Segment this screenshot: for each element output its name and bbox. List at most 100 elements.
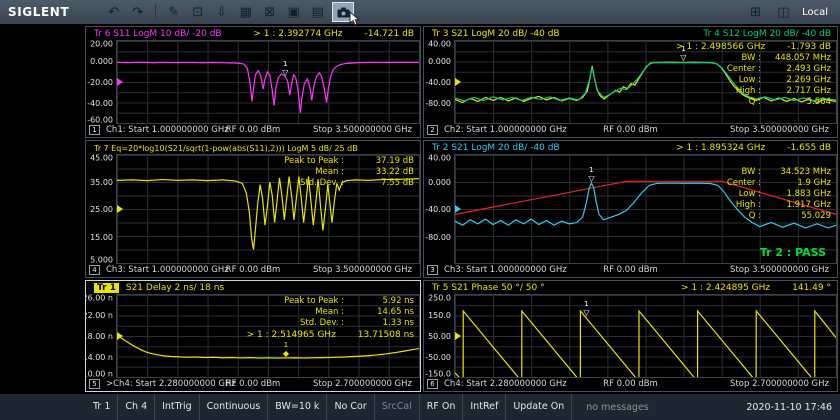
stop-freq-label: Stop 3.500000000 GHz xyxy=(730,265,829,275)
channel-start-label: Ch3: Start 1.000000000 GHz xyxy=(106,265,229,275)
y-axis-labels: 20.00 0.000 -20.00 -40.00 -60.00 xyxy=(86,40,116,124)
window-number-badge: 2 xyxy=(427,125,438,135)
stop-freq-label: Stop 3.500000000 GHz xyxy=(313,125,412,135)
marker-info-overlay: > 1 : 2.498566 GHz -1.793 dB BW :448.057… xyxy=(676,42,831,108)
trace-statistics: Peak to Peak :5.92 ns Mean :14.65 ns Std… xyxy=(284,296,414,329)
channel-start-label: Ch3: Start 1.000000000 GHz xyxy=(444,265,567,275)
window-4-footer: 4 Ch3: Start 1.000000000 GHz RF 0.00 dBm… xyxy=(86,264,420,277)
trace-label: Tr 4 S12 LogM 20 dB/ -40 dB xyxy=(703,29,831,39)
status-rf-output[interactable]: RF On xyxy=(420,394,464,420)
plot-area[interactable]: BW :34.523 MHz Center :1.9 GHz Low :1.88… xyxy=(454,154,837,264)
channel-start-label: >Ch4: Start 2.280000000 GHz xyxy=(106,379,236,389)
toolbar: SIGLENT ↶ ↷ ✎ ⊡ ⇩ ▦ ⊠ ▣ ▤ ⊞ ◫ Local xyxy=(0,0,840,24)
y-axis-labels: 250.0 150.0 50.00 -50.00 -150.0 xyxy=(424,294,454,378)
window-number-badge: 6 xyxy=(427,379,438,389)
stop-freq-label: Stop 3.500000000 GHz xyxy=(730,125,829,135)
print-icon[interactable]: ▤ xyxy=(308,3,327,22)
window-number-badge: 3 xyxy=(427,265,438,275)
window-2-header: Tr 3 S21 LogM 20 dB/ -40 dB Tr 4 S12 Log… xyxy=(424,27,837,40)
window-3-header: Tr 2 S21 LogM 20 dB/ -40 dB > 1 : 1.8953… xyxy=(424,141,837,154)
window-4-equation-trace[interactable]: Tr 7 Eq=20*log10(S21/sqrt(1-pow(abs(S11)… xyxy=(85,140,421,278)
window-number-badge: 1 xyxy=(89,125,100,135)
marker-readout: > 1 : 2.514965 GHz 13.71508 ns xyxy=(247,330,414,340)
rf-power-label: RF 0.00 dBm xyxy=(603,379,658,389)
reference-level-arrow xyxy=(455,205,461,213)
stop-freq-label: Stop 2.700000000 GHz xyxy=(730,379,829,389)
delete-icon[interactable]: ⊠ xyxy=(260,3,279,22)
status-bar: Tr 1 Ch 4 IntTrig Continuous BW=10 k No … xyxy=(0,394,840,420)
channel-start-label: Ch1: Start 1.000000000 GHz xyxy=(106,125,229,135)
window-layout-icon[interactable]: ⊞ xyxy=(746,3,765,22)
plot-area[interactable]: 1▽ xyxy=(454,294,837,378)
trace-Tr5-S21-Phase xyxy=(455,311,836,377)
datetime-label: 2020-11-10 17:46 xyxy=(746,402,840,413)
status-correction[interactable]: No Cor xyxy=(327,394,374,420)
window-2-s21-s12-logmag[interactable]: Tr 3 S21 LogM 20 dB/ -40 dB Tr 4 S12 Log… xyxy=(423,26,838,138)
window-6-s21-phase[interactable]: Tr 5 S21 Phase 50 °/ 50 ° > 1 : 2.424895… xyxy=(423,280,838,392)
status-trigger[interactable]: IntTrig xyxy=(155,394,200,420)
trace-label: Tr 5 S21 Phase 50 °/ 50 ° xyxy=(432,283,545,293)
plot-area[interactable]: Peak to Peak :37.19 dB Mean :33.22 dB St… xyxy=(116,154,420,264)
status-source-cal[interactable]: SrcCal xyxy=(375,394,420,420)
trace-label: Tr 2 S21 LogM 20 dB/ -40 dB xyxy=(432,143,560,153)
window-1-header: Tr 6 S11 LogM 10 dB/ -20 dB > 1 : 2.3927… xyxy=(86,27,420,40)
marker-readout: > 1 : 2.498566 GHz -1.793 dB xyxy=(676,42,831,52)
window-2-footer: 2 Ch2: Start 1.000000000 GHz RF 0.00 dBm… xyxy=(424,124,837,137)
screenshot-camera-icon[interactable] xyxy=(332,2,354,22)
reference-level-arrow xyxy=(117,78,123,86)
toolbar-separator xyxy=(155,5,156,19)
measurement-grid: Tr 6 S11 LogM 10 dB/ -20 dB > 1 : 2.3927… xyxy=(0,24,840,394)
window-5-footer: 5 >Ch4: Start 2.280000000 GHz RF 0.00 dB… xyxy=(86,378,420,391)
y-axis-labels: 26.00 n 22.00 n 18.00 n 14.00 n 10.00 n xyxy=(86,294,116,378)
annotate-icon[interactable]: ✎ xyxy=(164,3,183,22)
window-4-header: Tr 7 Eq=20*log10(S21/sqrt(1-pow(abs(S11)… xyxy=(86,141,420,154)
active-trace-badge[interactable]: Tr 1 xyxy=(94,283,119,293)
save-usb-icon[interactable]: ⇩ xyxy=(212,3,231,22)
window-6-footer: 6 Ch4: Start 2.280000000 GHz RF 0.00 dBm… xyxy=(424,378,837,391)
trace-label: S21 Delay 2 ns/ 18 ns xyxy=(126,283,224,293)
trace-data-icon[interactable]: ▦ xyxy=(236,3,255,22)
reference-level-arrow xyxy=(455,78,461,86)
reference-level-arrow xyxy=(117,205,123,213)
window-3-s21-limit-test[interactable]: Tr 2 S21 LogM 20 dB/ -40 dB > 1 : 1.8953… xyxy=(423,140,838,278)
rf-power-label: RF 0.00 dBm xyxy=(603,265,658,275)
statistics-overlay: Peak to Peak :5.92 ns Mean :14.65 ns Std… xyxy=(247,296,414,340)
windows-icon[interactable]: ◫ xyxy=(774,3,793,22)
status-update[interactable]: Update On xyxy=(506,394,572,420)
trace-label: Tr 3 S21 LogM 20 dB/ -40 dB xyxy=(432,29,560,39)
display-setup-icon[interactable]: ⊡ xyxy=(188,3,207,22)
y-axis-labels: 45.00 35.00 25.00 15.00 5.000 xyxy=(86,154,116,264)
status-reference[interactable]: IntRef xyxy=(463,394,506,420)
rf-power-label: RF 0.00 dBm xyxy=(226,379,281,389)
bandwidth-info: BW :34.523 MHz Center :1.9 GHz Low :1.88… xyxy=(727,167,831,222)
reference-level-arrow xyxy=(117,332,123,340)
stop-freq-label: Stop 2.700000000 GHz xyxy=(313,379,412,389)
status-active-trace[interactable]: Tr 1 xyxy=(86,394,118,420)
stop-freq-label: Stop 3.500000000 GHz xyxy=(313,265,412,275)
limit-test-pass-badge: Tr 2 : PASS xyxy=(760,246,826,259)
window-5-s21-delay-active[interactable]: Tr 1 S21 Delay 2 ns/ 18 ns 26.00 n 22.00… xyxy=(85,280,421,392)
window-1-s11-logmag[interactable]: Tr 6 S11 LogM 10 dB/ -20 dB > 1 : 2.3927… xyxy=(85,26,421,138)
window-number-badge: 4 xyxy=(89,265,100,275)
redo-icon[interactable]: ↷ xyxy=(128,3,147,22)
toolbar-right-group: ⊞ ◫ Local xyxy=(746,3,832,22)
trace-statistics: Peak to Peak :37.19 dB Mean :33.22 dB St… xyxy=(284,156,414,189)
window-1-footer: 1 Ch1: Start 1.000000000 GHz RF 0.00 dBm… xyxy=(86,124,420,137)
marker-readout: > 1 : 2.424895 GHz 141.49 ° xyxy=(681,283,831,293)
save-icon[interactable]: ▣ xyxy=(284,3,303,22)
trace-Tr6-S11-LogM xyxy=(117,62,419,112)
plot-area[interactable]: Peak to Peak :5.92 ns Mean :14.65 ns Std… xyxy=(116,294,420,378)
status-sweep-mode[interactable]: Continuous xyxy=(200,394,269,420)
plot-area[interactable]: > 1 : 2.498566 GHz -1.793 dB BW :448.057… xyxy=(454,40,837,124)
plot-area[interactable]: 1▽ xyxy=(116,40,420,124)
trace-label: Tr 7 Eq=20*log10(S21/sqrt(1-pow(abs(S11)… xyxy=(94,144,358,153)
y-axis-labels: 40.00 0.000 -40.00 -80.00 xyxy=(424,40,454,124)
rf-power-label: RF 0.00 dBm xyxy=(603,125,658,135)
status-if-bandwidth[interactable]: BW=10 k xyxy=(268,394,327,420)
siglent-logo: SIGLENT xyxy=(8,5,69,19)
local-mode-label[interactable]: Local xyxy=(802,7,832,18)
status-active-channel[interactable]: Ch 4 xyxy=(118,394,155,420)
undo-icon[interactable]: ↶ xyxy=(104,3,123,22)
marker-readout: > 1 : 1.895324 GHz -1.655 dB xyxy=(676,143,831,153)
window-6-header: Tr 5 S21 Phase 50 °/ 50 ° > 1 : 2.424895… xyxy=(424,281,837,294)
